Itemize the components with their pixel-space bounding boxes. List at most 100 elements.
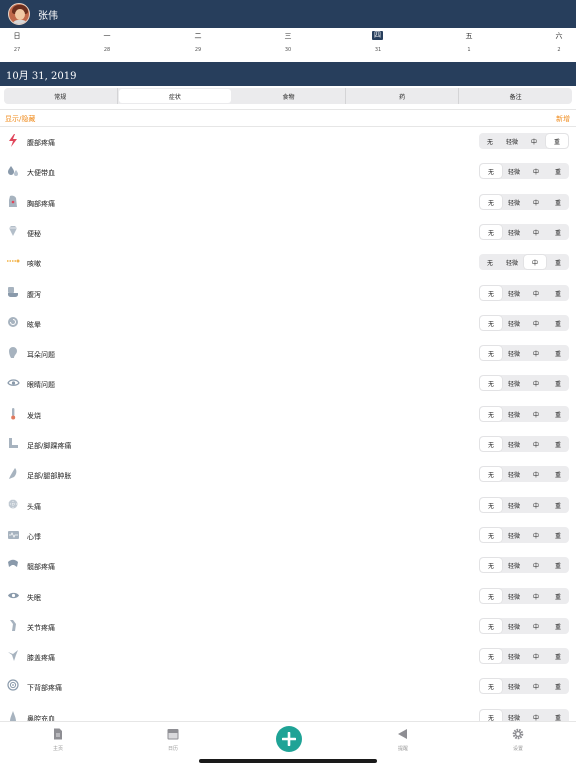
severity-none-option[interactable]: 无: [480, 164, 502, 178]
date-27[interactable]: 27: [5, 47, 29, 53]
severity-none-option[interactable]: 无: [480, 467, 502, 481]
date-30[interactable]: 30: [276, 47, 300, 53]
severity-mild-option[interactable]: 轻微: [503, 436, 525, 452]
show-hide-link[interactable]: 显示/隐藏: [5, 114, 35, 124]
severity-mild-option[interactable]: 轻微: [503, 163, 525, 179]
severity-moderate-option[interactable]: 中: [525, 375, 547, 391]
severity-selector[interactable]: 无轻微中重: [479, 497, 569, 513]
severity-moderate-option[interactable]: 中: [525, 588, 547, 604]
severity-moderate-option[interactable]: 中: [524, 255, 546, 269]
severity-mild-option[interactable]: 轻微: [503, 618, 525, 634]
severity-none-option[interactable]: 无: [480, 710, 502, 721]
severity-selector[interactable]: 无轻微中重: [479, 375, 569, 391]
severity-none-option[interactable]: 无: [480, 528, 502, 542]
weekday-thu[interactable]: 四: [372, 31, 383, 40]
severity-moderate-option[interactable]: 中: [525, 345, 547, 361]
severity-moderate-option[interactable]: 中: [525, 163, 547, 179]
severity-severe-option[interactable]: 重: [547, 709, 569, 722]
weekday-sat[interactable]: 六: [547, 31, 571, 41]
severity-severe-option[interactable]: 重: [547, 436, 569, 452]
severity-severe-option[interactable]: 重: [547, 497, 569, 513]
severity-mild-option[interactable]: 轻微: [503, 709, 525, 722]
severity-moderate-option[interactable]: 中: [525, 618, 547, 634]
severity-none-option[interactable]: 无: [480, 195, 502, 209]
severity-severe-option[interactable]: 重: [547, 194, 569, 210]
severity-selector[interactable]: 无轻微中重: [479, 345, 569, 361]
severity-moderate-option[interactable]: 中: [523, 133, 545, 149]
tab-home[interactable]: 主页: [38, 728, 78, 752]
tab-food[interactable]: 食物: [232, 88, 346, 104]
severity-none-option[interactable]: 无: [480, 376, 502, 390]
severity-none-option[interactable]: 无: [479, 133, 501, 149]
severity-selector[interactable]: 无轻微中重: [479, 133, 569, 149]
severity-none-option[interactable]: 无: [480, 286, 502, 300]
severity-moderate-option[interactable]: 中: [525, 315, 547, 331]
severity-moderate-option[interactable]: 中: [525, 709, 547, 722]
date-28[interactable]: 28: [95, 47, 119, 53]
severity-mild-option[interactable]: 轻微: [503, 557, 525, 573]
severity-severe-option[interactable]: 重: [547, 678, 569, 694]
severity-selector[interactable]: 无轻微中重: [479, 406, 569, 422]
tab-medicine[interactable]: 药: [346, 88, 460, 104]
tab-general[interactable]: 常规: [4, 88, 118, 104]
severity-mild-option[interactable]: 轻微: [503, 285, 525, 301]
severity-severe-option[interactable]: 重: [547, 648, 569, 664]
severity-mild-option[interactable]: 轻微: [503, 375, 525, 391]
weekday-sun[interactable]: 日: [5, 31, 29, 41]
severity-selector[interactable]: 无轻微中重: [479, 709, 569, 721]
severity-selector[interactable]: 无轻微中重: [479, 466, 569, 482]
severity-none-option[interactable]: 无: [480, 558, 502, 572]
severity-moderate-option[interactable]: 中: [525, 436, 547, 452]
severity-none-option[interactable]: 无: [480, 407, 502, 421]
severity-selector[interactable]: 无轻微中重: [479, 557, 569, 573]
severity-severe-option[interactable]: 重: [547, 254, 569, 270]
severity-severe-option[interactable]: 重: [547, 315, 569, 331]
date-1[interactable]: 1: [457, 47, 481, 53]
severity-mild-option[interactable]: 轻微: [501, 254, 523, 270]
severity-selector[interactable]: 无轻微中重: [479, 678, 569, 694]
avatar[interactable]: [8, 3, 30, 25]
tab-notes[interactable]: 备注: [459, 88, 572, 104]
add-symptom-link[interactable]: 新增: [556, 114, 570, 124]
severity-selector[interactable]: 无轻微中重: [479, 194, 569, 210]
severity-mild-option[interactable]: 轻微: [503, 224, 525, 240]
severity-none-option[interactable]: 无: [480, 498, 502, 512]
severity-moderate-option[interactable]: 中: [525, 406, 547, 422]
severity-moderate-option[interactable]: 中: [525, 285, 547, 301]
weekday-mon[interactable]: 一: [95, 31, 119, 41]
severity-selector[interactable]: 无轻微中重: [479, 618, 569, 634]
severity-mild-option[interactable]: 轻微: [503, 315, 525, 331]
severity-none-option[interactable]: 无: [480, 679, 502, 693]
severity-mild-option[interactable]: 轻微: [503, 406, 525, 422]
weekday-fri[interactable]: 五: [457, 31, 481, 41]
weekday-tue[interactable]: 二: [186, 31, 210, 41]
severity-mild-option[interactable]: 轻微: [501, 133, 523, 149]
severity-moderate-option[interactable]: 中: [525, 678, 547, 694]
severity-severe-option[interactable]: 重: [547, 224, 569, 240]
severity-severe-option[interactable]: 重: [547, 375, 569, 391]
severity-none-option[interactable]: 无: [480, 619, 502, 633]
date-31[interactable]: 31: [366, 47, 390, 53]
severity-none-option[interactable]: 无: [480, 346, 502, 360]
symptom-list[interactable]: 腹部疼痛无轻微中重大便带血无轻微中重胸部疼痛无轻微中重便秘无轻微中重咳嗽无轻微中…: [0, 127, 576, 721]
severity-mild-option[interactable]: 轻微: [503, 497, 525, 513]
severity-mild-option[interactable]: 轻微: [503, 345, 525, 361]
date-2[interactable]: 2: [547, 47, 571, 53]
severity-severe-option[interactable]: 重: [547, 345, 569, 361]
severity-none-option[interactable]: 无: [480, 649, 502, 663]
tab-calendar[interactable]: 日历: [153, 728, 193, 752]
severity-mild-option[interactable]: 轻微: [503, 648, 525, 664]
severity-none-option[interactable]: 无: [480, 316, 502, 330]
severity-moderate-option[interactable]: 中: [525, 497, 547, 513]
severity-severe-option[interactable]: 重: [547, 285, 569, 301]
weekday-wed[interactable]: 三: [276, 31, 300, 41]
severity-mild-option[interactable]: 轻微: [503, 588, 525, 604]
severity-selector[interactable]: 无轻微中重: [479, 527, 569, 543]
severity-severe-option[interactable]: 重: [547, 618, 569, 634]
severity-none-option[interactable]: 无: [480, 437, 502, 451]
severity-mild-option[interactable]: 轻微: [503, 678, 525, 694]
severity-none-option[interactable]: 无: [480, 589, 502, 603]
date-29[interactable]: 29: [186, 47, 210, 53]
severity-severe-option[interactable]: 重: [547, 163, 569, 179]
severity-severe-option[interactable]: 重: [547, 557, 569, 573]
